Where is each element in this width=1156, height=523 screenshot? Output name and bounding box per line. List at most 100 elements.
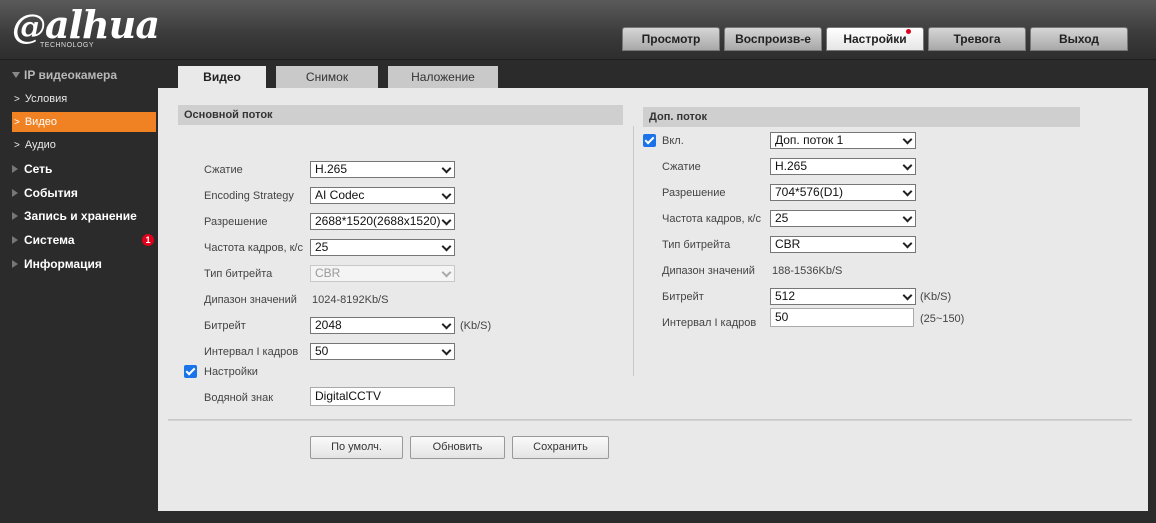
logo-wordmark: @alhua: [12, 2, 160, 47]
sub-resolution-label: Разрешение: [662, 187, 726, 199]
main-range-value: 1024-8192Kb/S: [312, 294, 389, 306]
select-value: 25: [315, 240, 329, 254]
sub-resolution-select[interactable]: 704*576(D1): [770, 184, 916, 201]
fps-label: Частота кадров, к/с: [204, 242, 303, 254]
sub-bitrate-type-label: Тип битрейта: [662, 239, 731, 251]
select-value: 704*576(D1): [775, 185, 844, 199]
select-value: H.265: [775, 159, 808, 173]
triangle-right-icon: [12, 212, 18, 220]
sidebar-item-label: Информация: [24, 257, 102, 271]
logo-subtitle: TECHNOLOGY: [40, 42, 95, 49]
sub-iframe-range: (25~150): [920, 313, 965, 325]
sidebar-item-video[interactable]: > Видео: [12, 112, 156, 132]
save-button[interactable]: Сохранить: [512, 436, 609, 459]
top-header: @alhua TECHNOLOGY Просмотр Воспроизв-е Н…: [0, 0, 1156, 60]
chevron-down-icon: [902, 134, 913, 145]
sidebar-item-label: Видео: [24, 116, 57, 128]
sub-stream-enable-checkbox[interactable]: [643, 134, 656, 147]
sub-bitrate-label: Битрейт: [662, 291, 704, 303]
triangle-right-icon: [12, 189, 18, 197]
dahua-logo: @alhua TECHNOLOGY: [12, 2, 160, 50]
column-divider: [633, 126, 634, 376]
sub-fps-select[interactable]: 25: [770, 210, 916, 227]
triangle-right-icon: [12, 260, 18, 268]
main-stream-header: Основной поток: [178, 105, 623, 125]
chevron-right-icon: >: [14, 140, 20, 151]
tab-preview[interactable]: Просмотр: [622, 27, 720, 51]
watermark-label: Водяной знак: [204, 392, 274, 404]
sub-range-label: Дипазон значений: [662, 265, 755, 277]
sidebar-item-system[interactable]: Система 1: [12, 230, 158, 250]
select-value: 2688*1520(2688x1520): [315, 214, 441, 228]
tab-settings[interactable]: Настройки: [826, 27, 924, 51]
subtab-snapshot[interactable]: Снимок: [276, 66, 378, 88]
encoding-strategy-label: Encoding Strategy: [204, 190, 294, 202]
subtab-bar: Видео Снимок Наложение: [178, 66, 508, 88]
main-iframe-select[interactable]: 50: [310, 343, 455, 360]
main-compression-select[interactable]: H.265: [310, 161, 455, 178]
main-strategy-select[interactable]: AI Codec: [310, 187, 455, 204]
bitrate-type-label: Тип битрейта: [204, 268, 273, 280]
chevron-down-icon: [902, 238, 913, 249]
main-resolution-select[interactable]: 2688*1520(2688x1520): [310, 213, 455, 230]
settings-checkbox[interactable]: [184, 365, 197, 378]
tab-alarm[interactable]: Тревога: [928, 27, 1026, 51]
sub-iframe-label: Интервал I кадров: [662, 317, 757, 329]
chevron-down-icon: [441, 319, 452, 330]
notification-dot: [906, 29, 911, 34]
iframe-label: Интервал I кадров: [204, 346, 299, 358]
sub-compression-label: Сжатие: [662, 161, 701, 173]
sidebar-item-storage[interactable]: Запись и хранение: [12, 206, 158, 226]
sub-compression-select[interactable]: H.265: [770, 158, 916, 175]
chevron-down-icon: [441, 215, 452, 226]
subtab-video[interactable]: Видео: [178, 66, 266, 88]
system-alert-badge: 1: [142, 234, 154, 246]
watermark-input[interactable]: DigitalCCTV: [310, 387, 455, 406]
logo-text: alhua: [45, 2, 160, 47]
default-button[interactable]: По умолч.: [310, 436, 403, 459]
triangle-right-icon: [12, 236, 18, 244]
sidebar-item-info[interactable]: Информация: [12, 254, 158, 274]
chevron-down-icon: [441, 267, 452, 278]
enable-label: Вкл.: [662, 135, 684, 147]
sub-bitrate-unit: (Kb/S): [920, 291, 952, 303]
select-value: H.265: [315, 162, 348, 176]
chevron-down-icon: [441, 189, 452, 200]
sidebar: IP видеокамера > Условия > Видео > Аудио Се…: [0, 60, 158, 523]
tab-logout[interactable]: Выход: [1030, 27, 1128, 51]
settings-label: Настройки: [204, 366, 258, 378]
sidebar-section-camera[interactable]: IP видеокамера: [12, 68, 117, 82]
content-panel: [158, 88, 1148, 511]
chevron-down-icon: [902, 290, 913, 301]
select-value: 50: [315, 344, 329, 358]
select-value: Доп. поток 1: [775, 133, 844, 147]
sub-range-value: 188-1536Kb/S: [772, 265, 843, 277]
sidebar-item-events[interactable]: События: [12, 183, 158, 203]
resolution-label: Разрешение: [204, 216, 268, 228]
sub-iframe-input[interactable]: 50: [770, 308, 914, 327]
sidebar-item-conditions[interactable]: > Условия: [12, 89, 156, 109]
sub-stream-select[interactable]: Доп. поток 1: [770, 132, 916, 149]
sidebar-item-label: Сеть: [24, 162, 53, 176]
chevron-right-icon: >: [14, 94, 20, 105]
sidebar-section-label: IP видеокамера: [24, 68, 118, 82]
chevron-down-icon: [441, 163, 452, 174]
bitrate-label: Битрейт: [204, 320, 246, 332]
main-fps-select[interactable]: 25: [310, 239, 455, 256]
main-bitrate-select[interactable]: 2048: [310, 317, 455, 334]
subtab-overlay[interactable]: Наложение: [388, 66, 498, 88]
sub-bitrate-select[interactable]: 512: [770, 288, 916, 305]
range-label: Дипазон значений: [204, 294, 297, 306]
sidebar-item-audio[interactable]: > Аудио: [12, 135, 156, 155]
tab-settings-label: Настройки: [843, 32, 907, 46]
sub-fps-label: Частота кадров, к/с: [662, 213, 761, 225]
tab-playback[interactable]: Воспроизв-е: [724, 27, 822, 51]
sub-bitrate-type-select[interactable]: CBR: [770, 236, 916, 253]
form-divider: [168, 419, 1132, 421]
select-value: 2048: [315, 318, 342, 332]
sidebar-item-network[interactable]: Сеть: [12, 159, 158, 179]
refresh-button[interactable]: Обновить: [410, 436, 505, 459]
sidebar-item-label: Аудио: [24, 139, 56, 151]
sidebar-item-label: Система: [24, 233, 75, 247]
chevron-down-icon: [902, 212, 913, 223]
